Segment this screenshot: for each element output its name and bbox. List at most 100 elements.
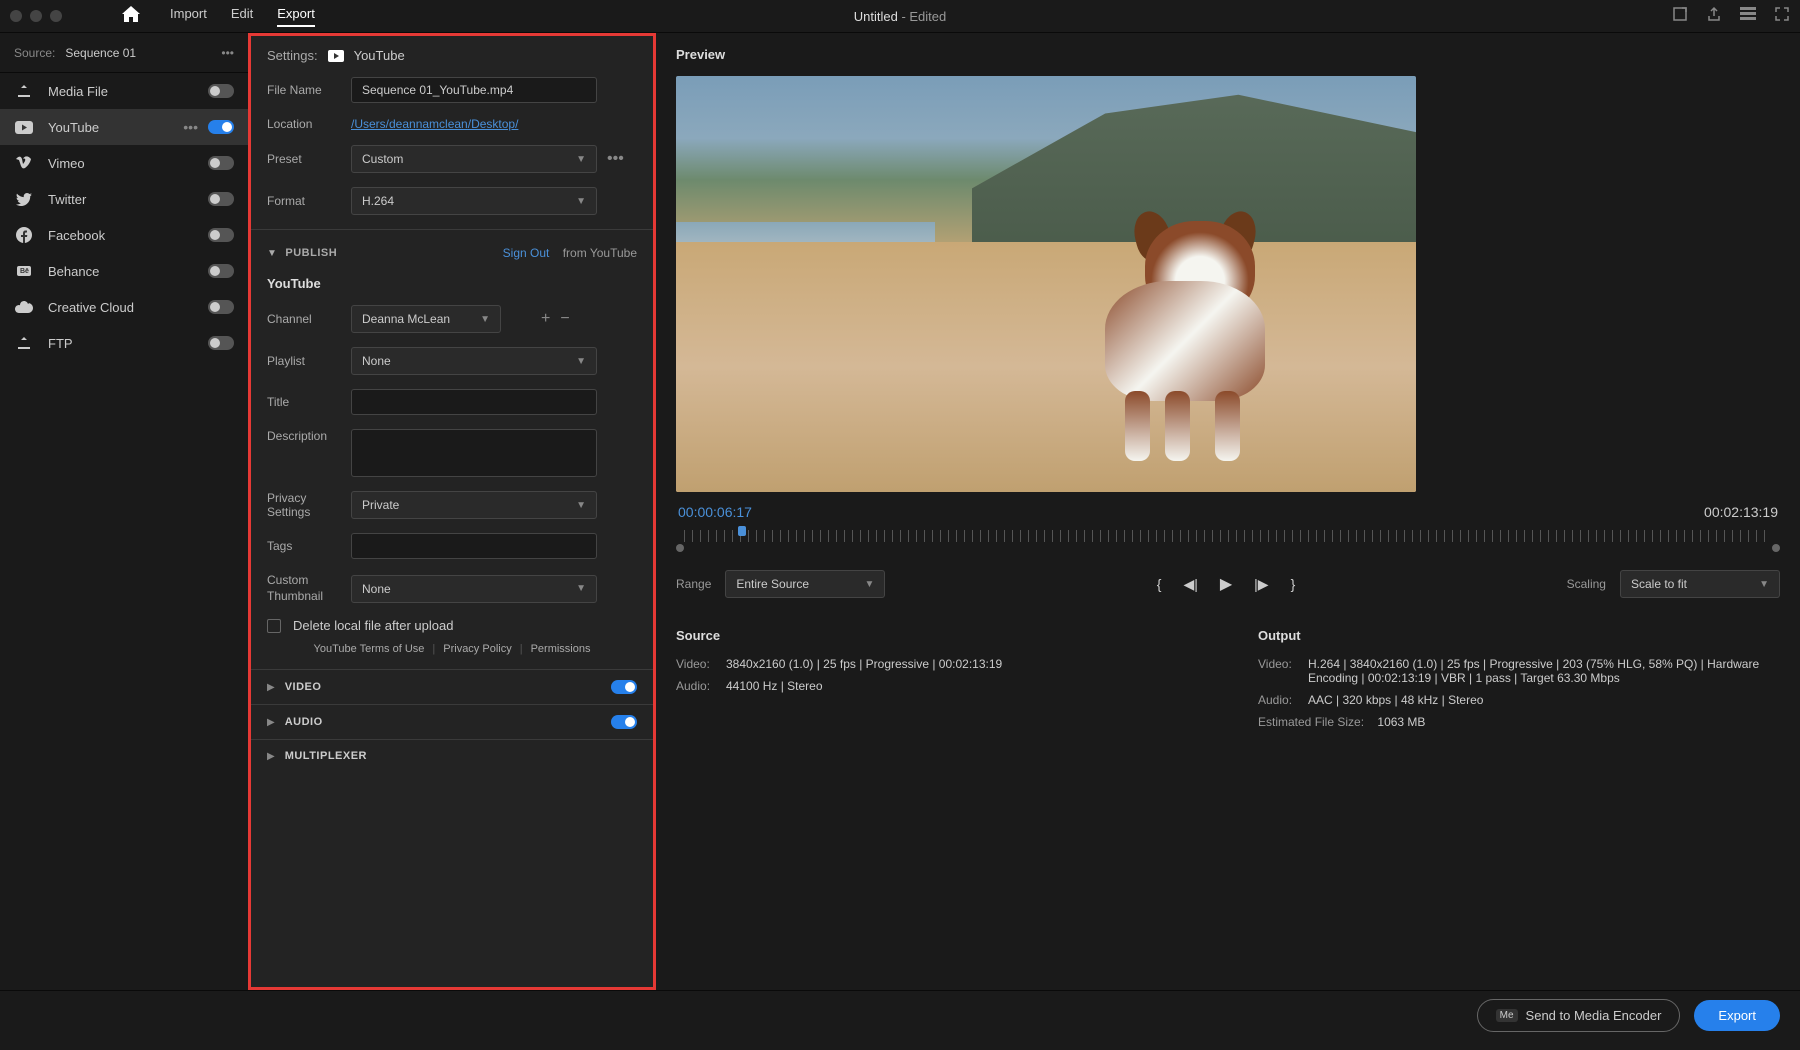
- privacy-link[interactable]: Privacy Policy: [443, 643, 511, 655]
- playhead-marker[interactable]: [738, 526, 746, 536]
- toggle-creative-cloud[interactable]: [208, 300, 234, 314]
- toggle-ftp[interactable]: [208, 336, 234, 350]
- add-channel-icon[interactable]: +: [541, 310, 550, 328]
- timeline[interactable]: [676, 530, 1780, 554]
- tab-edit[interactable]: Edit: [231, 6, 253, 27]
- dest-vimeo[interactable]: Vimeo: [0, 145, 248, 181]
- me-badge-icon: Me: [1496, 1009, 1518, 1022]
- video-section[interactable]: ▶ VIDEO: [251, 669, 653, 704]
- document-name: Untitled: [854, 9, 898, 24]
- chevron-right-icon: ▶: [267, 717, 275, 728]
- fullscreen-icon[interactable]: [1774, 6, 1790, 27]
- dest-behance[interactable]: Bē Behance: [0, 253, 248, 289]
- permissions-link[interactable]: Permissions: [531, 643, 591, 655]
- share-icon[interactable]: [1706, 6, 1722, 27]
- title-input[interactable]: [351, 389, 597, 415]
- workspace-icon[interactable]: [1740, 6, 1756, 27]
- delete-after-checkbox[interactable]: [267, 619, 281, 633]
- toggle-facebook[interactable]: [208, 228, 234, 242]
- location-link[interactable]: /Users/deannamclean/Desktop/: [351, 117, 518, 131]
- output-heading: Output: [1258, 628, 1780, 643]
- chevron-down-icon: ▼: [576, 500, 586, 511]
- privacy-label: Privacy Settings: [267, 491, 351, 519]
- thumbnail-select[interactable]: None ▼: [351, 575, 597, 603]
- description-label: Description: [267, 429, 351, 443]
- home-icon[interactable]: [122, 6, 140, 27]
- dest-facebook[interactable]: Facebook: [0, 217, 248, 253]
- audio-section[interactable]: ▶ AUDIO: [251, 704, 653, 739]
- chevron-right-icon: ▶: [267, 751, 275, 762]
- playlist-value: None: [362, 354, 391, 368]
- dest-more-icon[interactable]: •••: [183, 119, 198, 135]
- title-label: Title: [267, 395, 351, 409]
- source-value: Sequence 01: [65, 46, 136, 60]
- mark-out-icon[interactable]: }: [1291, 576, 1296, 592]
- send-encoder-label: Send to Media Encoder: [1526, 1008, 1662, 1023]
- window-min-dot[interactable]: [30, 10, 42, 22]
- twitter-icon: [14, 191, 34, 207]
- remove-channel-icon[interactable]: −: [560, 310, 569, 328]
- preview-panel: Preview 00:00:06:17 00:02:13:19 Range: [656, 33, 1800, 990]
- tags-label: Tags: [267, 539, 351, 553]
- preset-value: Custom: [362, 152, 403, 166]
- channel-select[interactable]: Deanna McLean ▼: [351, 305, 501, 333]
- tags-input[interactable]: [351, 533, 597, 559]
- toggle-behance[interactable]: [208, 264, 234, 278]
- window-close-dot[interactable]: [10, 10, 22, 22]
- toggle-video[interactable]: [611, 680, 637, 694]
- multiplexer-section[interactable]: ▶ MULTIPLEXER: [251, 739, 653, 772]
- privacy-select[interactable]: Private ▼: [351, 491, 597, 519]
- info-summary: Source Video: 3840x2160 (1.0) | 25 fps |…: [676, 628, 1780, 729]
- step-forward-icon[interactable]: |▶: [1254, 576, 1268, 593]
- toggle-media-file[interactable]: [208, 84, 234, 98]
- send-to-encoder-button[interactable]: Me Send to Media Encoder: [1477, 999, 1681, 1032]
- tab-export[interactable]: Export: [277, 6, 315, 27]
- mark-in-icon[interactable]: {: [1157, 576, 1162, 592]
- publish-footer-links: YouTube Terms of Use | Privacy Policy | …: [267, 643, 637, 655]
- filename-input[interactable]: [351, 77, 597, 103]
- toggle-twitter[interactable]: [208, 192, 234, 206]
- facebook-icon: [14, 227, 34, 243]
- dest-media-file[interactable]: Media File: [0, 73, 248, 109]
- window-max-dot[interactable]: [50, 10, 62, 22]
- export-button[interactable]: Export: [1694, 1000, 1780, 1031]
- dest-ftp[interactable]: FTP: [0, 325, 248, 361]
- preview-video[interactable]: [676, 76, 1416, 492]
- playlist-select[interactable]: None ▼: [351, 347, 597, 375]
- step-back-icon[interactable]: ◀|: [1183, 576, 1197, 593]
- scaling-label: Scaling: [1567, 577, 1606, 591]
- toggle-vimeo[interactable]: [208, 156, 234, 170]
- chevron-down-icon: ▼: [576, 583, 586, 594]
- filesize-value: 1063 MB: [1377, 715, 1425, 729]
- dest-label: Facebook: [48, 228, 105, 243]
- preset-more-icon[interactable]: •••: [607, 150, 624, 168]
- source-audio-info: 44100 Hz | Stereo: [726, 679, 1198, 693]
- preset-select[interactable]: Custom ▼: [351, 145, 597, 173]
- range-select[interactable]: Entire Source ▼: [725, 570, 885, 598]
- dest-youtube[interactable]: YouTube •••: [0, 109, 248, 145]
- dest-twitter[interactable]: Twitter: [0, 181, 248, 217]
- description-textarea[interactable]: [351, 429, 597, 477]
- dest-creative-cloud[interactable]: Creative Cloud: [0, 289, 248, 325]
- quick-export-icon[interactable]: [1672, 6, 1688, 27]
- behance-icon: Bē: [14, 263, 34, 279]
- scaling-select[interactable]: Scale to fit ▼: [1620, 570, 1780, 598]
- chevron-down-icon: ▼: [1759, 579, 1769, 590]
- source-more-icon[interactable]: •••: [221, 46, 234, 60]
- scaling-value: Scale to fit: [1631, 577, 1687, 591]
- thumbnail-label: Custom Thumbnail: [267, 573, 351, 604]
- video-info-label: Video:: [1258, 657, 1308, 685]
- tab-import[interactable]: Import: [170, 6, 207, 27]
- chevron-down-icon: ▼: [267, 248, 277, 259]
- youtube-icon: [14, 119, 34, 135]
- tos-link[interactable]: YouTube Terms of Use: [314, 643, 425, 655]
- dest-label: Twitter: [48, 192, 86, 207]
- toggle-audio[interactable]: [611, 715, 637, 729]
- toggle-youtube[interactable]: [208, 120, 234, 134]
- format-select[interactable]: H.264 ▼: [351, 187, 597, 215]
- sign-out-link[interactable]: Sign Out: [503, 246, 550, 260]
- video-info-label: Video:: [676, 657, 726, 671]
- play-icon[interactable]: ▶: [1220, 574, 1232, 594]
- publish-section-header[interactable]: ▼ PUBLISH Sign Out from YouTube: [267, 238, 637, 268]
- privacy-value: Private: [362, 498, 399, 512]
